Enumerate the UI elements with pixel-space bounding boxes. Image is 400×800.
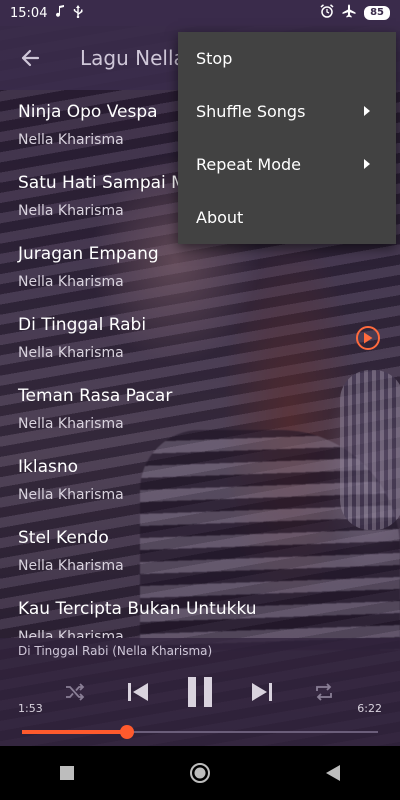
next-button[interactable] — [244, 674, 280, 710]
song-title: Teman Rasa Pacar — [18, 386, 173, 406]
song-title: Di Tinggal Rabi — [18, 315, 147, 335]
menu-item-repeat-mode[interactable]: Repeat Mode — [178, 138, 396, 191]
home-circle-icon — [189, 763, 210, 783]
elapsed-time: 1:53 — [18, 702, 43, 715]
status-left: 15:04 — [10, 4, 83, 22]
submenu-arrow-icon — [364, 106, 370, 116]
recents-square-icon — [59, 766, 74, 780]
airplane-icon — [342, 4, 356, 22]
song-artist: Nella Kharisma — [18, 416, 124, 432]
song-artist: Nella Kharisma — [18, 274, 124, 290]
menu-item-shuffle-songs[interactable]: Shuffle Songs — [178, 85, 396, 138]
song-title: Iklasno — [18, 457, 79, 477]
menu-item-label: Repeat Mode — [196, 155, 301, 174]
nav-back-button[interactable] — [293, 746, 373, 800]
repeat-button[interactable] — [306, 674, 342, 710]
skip-next-icon — [252, 683, 272, 701]
now-playing-text: Di Tinggal Rabi (Nella Kharisma) — [18, 644, 213, 658]
pause-button[interactable] — [180, 674, 220, 710]
battery-indicator: 85 — [364, 6, 390, 20]
list-item[interactable]: Iklasno Nella Kharisma — [0, 445, 400, 516]
song-artist: Nella Kharisma — [18, 629, 124, 638]
player-panel: Di Tinggal Rabi (Nella Kharisma) 1:53 6:… — [0, 638, 400, 746]
repeat-icon — [316, 683, 332, 701]
list-item[interactable]: Kau Tercipta Bukan Untukku Nella Kharism… — [0, 587, 400, 638]
skip-previous-icon — [128, 683, 148, 701]
list-item[interactable]: Teman Rasa Pacar Nella Kharisma — [0, 374, 400, 445]
status-time: 15:04 — [10, 5, 48, 21]
shuffle-button[interactable] — [58, 674, 92, 710]
seek-progress — [22, 730, 127, 734]
total-time: 6:22 — [357, 702, 382, 715]
song-artist: Nella Kharisma — [18, 487, 124, 503]
song-artist: Nella Kharisma — [18, 132, 124, 148]
menu-item-stop[interactable]: Stop — [178, 32, 396, 85]
menu-item-label: Shuffle Songs — [196, 102, 306, 121]
alarm-icon — [320, 4, 334, 22]
song-title: Stel Kendo — [18, 528, 109, 548]
recents-button[interactable] — [27, 746, 107, 800]
overflow-menu: Stop Shuffle Songs Repeat Mode About — [178, 32, 396, 244]
menu-item-about[interactable]: About — [178, 191, 396, 244]
song-artist: Nella Kharisma — [18, 203, 124, 219]
now-playing-icon[interactable] — [356, 326, 380, 350]
pause-icon — [188, 677, 212, 707]
usb-icon — [73, 4, 83, 22]
system-nav-bar — [0, 746, 400, 800]
song-title: Juragan Empang — [18, 244, 159, 264]
status-right: 85 — [320, 4, 390, 22]
song-title: Ninja Opo Vespa — [18, 102, 158, 122]
status-bar: 15:04 85 — [0, 0, 400, 26]
seek-bar[interactable] — [22, 725, 378, 739]
submenu-arrow-icon — [364, 159, 370, 169]
playback-controls — [0, 674, 400, 710]
song-artist: Nella Kharisma — [18, 558, 124, 574]
shuffle-icon — [66, 683, 85, 701]
music-player-app: 15:04 85 Lagu Nella Kharisma Ninja — [0, 0, 400, 800]
home-button[interactable] — [160, 746, 240, 800]
arrow-left-icon — [21, 49, 40, 67]
song-artist: Nella Kharisma — [18, 345, 124, 361]
back-button[interactable] — [0, 26, 60, 90]
seek-thumb[interactable] — [120, 725, 134, 739]
previous-button[interactable] — [120, 674, 156, 710]
menu-item-label: Stop — [196, 49, 233, 68]
menu-item-label: About — [196, 208, 244, 227]
list-item[interactable]: Stel Kendo Nella Kharisma — [0, 516, 400, 587]
list-item-playing[interactable]: Di Tinggal Rabi Nella Kharisma — [0, 303, 400, 374]
music-note-icon — [55, 5, 65, 21]
back-triangle-icon — [326, 765, 341, 781]
song-title: Kau Tercipta Bukan Untukku — [18, 599, 257, 619]
